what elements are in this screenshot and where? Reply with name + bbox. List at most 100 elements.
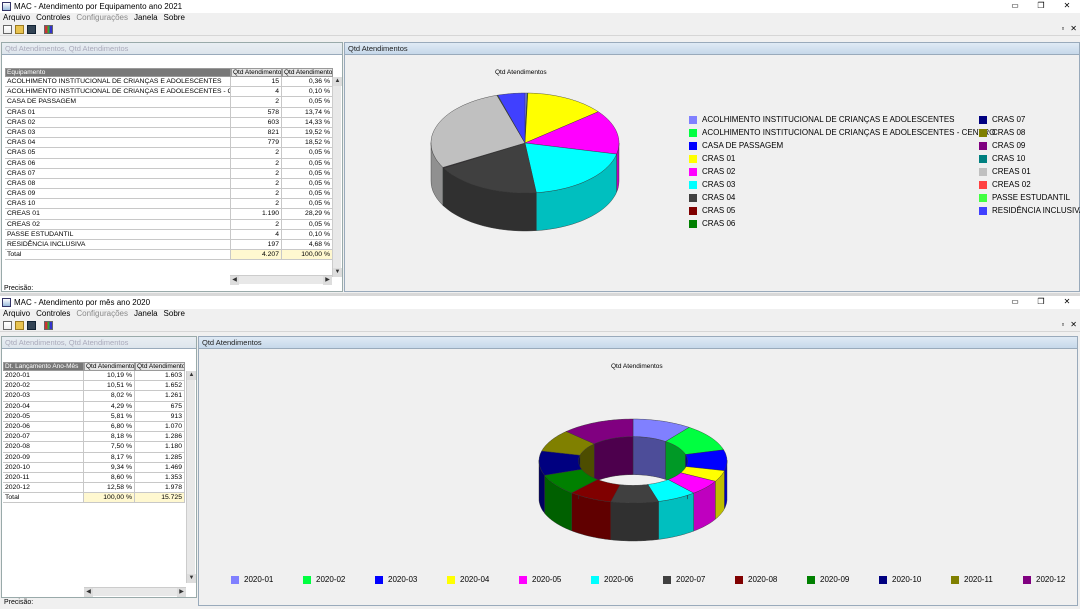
horizontal-scrollbar[interactable]: ◀ ▶ <box>84 587 186 597</box>
table-row[interactable]: CRAS 07 2 0,05 % <box>5 168 333 179</box>
value-cell[interactable]: 1.469 <box>135 462 185 473</box>
row-label-cell[interactable]: 2020-07 <box>3 432 84 443</box>
save-icon[interactable] <box>27 321 36 330</box>
row-label-cell[interactable]: CRAS 10 <box>5 199 231 210</box>
value-cell[interactable]: 0,05 % <box>282 199 333 210</box>
value-cell[interactable]: 1.652 <box>135 381 185 392</box>
table-row[interactable]: 2020-05 5,81 % 913 <box>3 411 185 422</box>
value-cell[interactable]: 15 <box>231 77 282 88</box>
row-label-cell[interactable]: 2020-12 <box>3 483 84 494</box>
value-cell[interactable]: 1.180 <box>135 442 185 453</box>
row-label-cell[interactable]: ACOLHIMENTO INSTITUCIONAL DE CRIANÇAS E … <box>5 77 231 88</box>
value-cell[interactable]: 2 <box>231 158 282 169</box>
value-cell[interactable]: 0,36 % <box>282 77 333 88</box>
value-cell[interactable]: 603 <box>231 117 282 128</box>
table-row[interactable]: ACOLHIMENTO INSTITUCIONAL DE CRIANÇAS E … <box>5 87 333 98</box>
value-cell[interactable]: 100,00 % <box>282 250 333 261</box>
value-cell[interactable]: 15.725 <box>135 493 185 504</box>
table-row[interactable]: 2020-09 8,17 % 1.285 <box>3 452 185 463</box>
open-folder-icon[interactable] <box>15 321 24 330</box>
column-header-percent[interactable]: Qtd Atendimentos <box>282 68 333 77</box>
new-icon[interactable] <box>3 321 12 330</box>
menu-arquivo[interactable]: Arquivo <box>0 309 33 320</box>
value-cell[interactable]: 0,05 % <box>282 158 333 169</box>
value-cell[interactable]: 2 <box>231 148 282 159</box>
scroll-up-icon[interactable]: ▲ <box>333 77 342 86</box>
column-header-qtd[interactable]: Qtd Atendimentos <box>231 68 282 77</box>
menu-controles[interactable]: Controles <box>33 13 73 24</box>
table-row[interactable]: 2020-11 8,60 % 1.353 <box>3 472 185 484</box>
row-label-cell[interactable]: CRAS 05 <box>5 148 231 159</box>
value-cell[interactable]: 1.603 <box>135 371 185 382</box>
table-row[interactable]: CRAS 02 603 14,33 % <box>5 117 333 128</box>
value-cell[interactable]: 2 <box>231 219 282 230</box>
open-folder-icon[interactable] <box>15 25 24 34</box>
value-cell[interactable]: 1.070 <box>135 421 185 433</box>
table-row[interactable]: 2020-06 6,80 % 1.070 <box>3 421 185 433</box>
table-row[interactable]: CRAS 09 2 0,05 % <box>5 189 333 200</box>
value-cell[interactable]: 7,50 % <box>84 442 135 453</box>
chart-icon[interactable] <box>44 25 53 34</box>
value-cell[interactable]: 2 <box>231 178 282 190</box>
table-row[interactable]: CRAS 08 2 0,05 % <box>5 178 333 190</box>
mdi-close-icon[interactable]: ✕ <box>1070 24 1077 33</box>
value-cell[interactable]: 0,05 % <box>282 97 333 108</box>
row-label-cell[interactable]: CRAS 07 <box>5 168 231 179</box>
row-label-cell[interactable]: 2020-04 <box>3 401 84 412</box>
horizontal-scrollbar[interactable]: ◀ ▶ <box>230 275 332 285</box>
table-total-row[interactable]: Total 100,00 % 15.725 <box>3 493 185 504</box>
row-label-cell[interactable]: CRAS 02 <box>5 117 231 128</box>
row-label-cell[interactable]: CREAS 01 <box>5 209 231 220</box>
table-row[interactable]: PASSE ESTUDANTIL 4 0,10 % <box>5 229 333 240</box>
column-header-qtd[interactable]: Qtd Atendimentos <box>135 362 185 371</box>
value-cell[interactable]: 197 <box>231 240 282 251</box>
value-cell[interactable]: 4 <box>231 229 282 240</box>
row-label-cell[interactable]: CASA DE PASSAGEM <box>5 97 231 108</box>
value-cell[interactable]: 4.207 <box>231 250 282 261</box>
menu-janela[interactable]: Janela <box>131 309 161 320</box>
row-label-cell[interactable]: CRAS 06 <box>5 158 231 169</box>
row-label-cell[interactable]: CRAS 04 <box>5 138 231 149</box>
table-row[interactable]: CRAS 04 779 18,52 % <box>5 138 333 149</box>
table-row[interactable]: CREAS 02 2 0,05 % <box>5 219 333 230</box>
value-cell[interactable]: 0,05 % <box>282 178 333 190</box>
table-row[interactable]: CREAS 01 1.190 28,29 % <box>5 209 333 220</box>
value-cell[interactable]: 1.261 <box>135 391 185 402</box>
value-cell[interactable]: 2 <box>231 97 282 108</box>
value-cell[interactable]: 19,52 % <box>282 127 333 139</box>
value-cell[interactable]: 5,81 % <box>84 411 135 422</box>
row-label-cell[interactable]: RESIDÊNCIA INCLUSIVA <box>5 240 231 251</box>
vertical-scrollbar[interactable]: ▲ ▼ <box>332 77 342 277</box>
table-row[interactable]: 2020-07 8,18 % 1.286 <box>3 432 185 443</box>
table-row[interactable]: RESIDÊNCIA INCLUSIVA 197 4,68 % <box>5 240 333 251</box>
minimize-icon[interactable]: ▭ <box>1002 296 1028 309</box>
value-cell[interactable]: 10,51 % <box>84 381 135 392</box>
table-row[interactable]: CASA DE PASSAGEM 2 0,05 % <box>5 97 333 108</box>
value-cell[interactable]: 675 <box>135 401 185 412</box>
value-cell[interactable]: 0,05 % <box>282 189 333 200</box>
value-cell[interactable]: 779 <box>231 138 282 149</box>
value-cell[interactable]: 1.190 <box>231 209 282 220</box>
row-label-cell[interactable]: 2020-05 <box>3 411 84 422</box>
new-icon[interactable] <box>3 25 12 34</box>
table-row[interactable]: ACOLHIMENTO INSTITUCIONAL DE CRIANÇAS E … <box>5 77 333 88</box>
scroll-up-icon[interactable]: ▲ <box>187 371 196 380</box>
restore-icon[interactable]: ❐ <box>1028 0 1054 13</box>
value-cell[interactable]: 578 <box>231 107 282 118</box>
save-icon[interactable] <box>27 25 36 34</box>
value-cell[interactable]: 2 <box>231 189 282 200</box>
value-cell[interactable]: 18,52 % <box>282 138 333 149</box>
value-cell[interactable]: 1.286 <box>135 432 185 443</box>
row-label-cell[interactable]: Total <box>3 493 84 504</box>
row-label-cell[interactable]: 2020-01 <box>3 371 84 382</box>
table-row[interactable]: CRAS 10 2 0,05 % <box>5 199 333 210</box>
row-label-cell[interactable]: CRAS 01 <box>5 107 231 118</box>
row-label-cell[interactable]: CRAS 08 <box>5 178 231 190</box>
mdi-restore-icon[interactable]: ▫ <box>1061 320 1064 329</box>
row-label-cell[interactable]: CRAS 03 <box>5 127 231 139</box>
value-cell[interactable]: 8,02 % <box>84 391 135 402</box>
value-cell[interactable]: 28,29 % <box>282 209 333 220</box>
menu-arquivo[interactable]: Arquivo <box>0 13 33 24</box>
row-label-cell[interactable]: 2020-10 <box>3 462 84 473</box>
table-row[interactable]: 2020-02 10,51 % 1.652 <box>3 381 185 392</box>
